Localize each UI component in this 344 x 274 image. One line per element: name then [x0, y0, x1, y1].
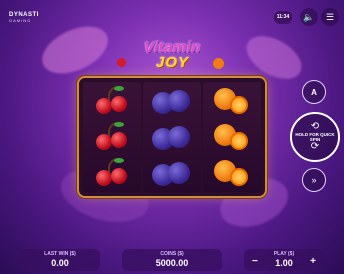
- last-win-label: LAST WIN ($): [44, 251, 76, 257]
- menu-button[interactable]: ☰: [321, 8, 339, 26]
- cherry-symbol: [83, 119, 141, 155]
- spin-arrows-icon: ⟳: [310, 141, 320, 152]
- clock: 11:34: [274, 11, 292, 24]
- play-panel: − PLAY ($) 1.00 +: [244, 249, 324, 271]
- cherry-icon: [117, 58, 126, 67]
- plum-symbol: [143, 119, 201, 155]
- reel-2: [143, 82, 201, 192]
- background-splash: [34, 17, 116, 83]
- orange-icon: [212, 86, 252, 116]
- title-line-1: Vitamin: [143, 39, 202, 56]
- orange-icon: [212, 158, 252, 188]
- brand-sub: GAMING: [9, 18, 32, 23]
- cherry-icon: [94, 86, 130, 116]
- last-win-value: 0.00: [51, 258, 69, 268]
- brand-logo: DYNASTI GAMING: [9, 12, 39, 24]
- game-title: Vitamin JOY: [117, 39, 224, 71]
- autoplay-icon: A: [311, 87, 317, 97]
- orange-icon: [212, 122, 252, 152]
- plum-symbol: [143, 155, 201, 191]
- spin-button[interactable]: ⟲ HOLD FOR QUICK SPIN ⟳: [290, 112, 340, 162]
- plum-icon: [152, 86, 192, 116]
- plum-icon: [152, 122, 192, 152]
- turbo-button[interactable]: »: [302, 168, 326, 192]
- title-line-2: JOY: [155, 54, 189, 71]
- hamburger-icon: ☰: [325, 11, 335, 22]
- sound-button[interactable]: 🔈: [300, 8, 318, 26]
- orange-symbol: [203, 119, 261, 155]
- reel-1: [83, 82, 141, 192]
- cherry-symbol: [83, 83, 141, 119]
- spin-arrows-icon: ⟲: [310, 121, 320, 132]
- coins-panel: COINS ($) 5000.00: [122, 249, 222, 271]
- plum-symbol: [143, 83, 201, 119]
- autoplay-button[interactable]: A: [302, 80, 326, 104]
- speaker-icon: 🔈: [303, 11, 315, 22]
- cherry-icon: [94, 122, 130, 152]
- cherry-icon: [94, 158, 130, 188]
- last-win-panel: LAST WIN ($) 0.00: [20, 249, 100, 271]
- reel-3: [203, 82, 261, 192]
- coins-value: 5000.00: [155, 258, 189, 268]
- bet-increase-button[interactable]: +: [310, 256, 316, 268]
- reels-frame: [79, 78, 265, 196]
- cherry-symbol: [83, 155, 141, 191]
- orange-symbol: [203, 155, 261, 191]
- plum-icon: [152, 158, 192, 188]
- orange-icon: [213, 58, 224, 69]
- orange-symbol: [203, 83, 261, 119]
- fast-forward-icon: »: [311, 175, 317, 185]
- coins-label: COINS ($): [160, 251, 184, 257]
